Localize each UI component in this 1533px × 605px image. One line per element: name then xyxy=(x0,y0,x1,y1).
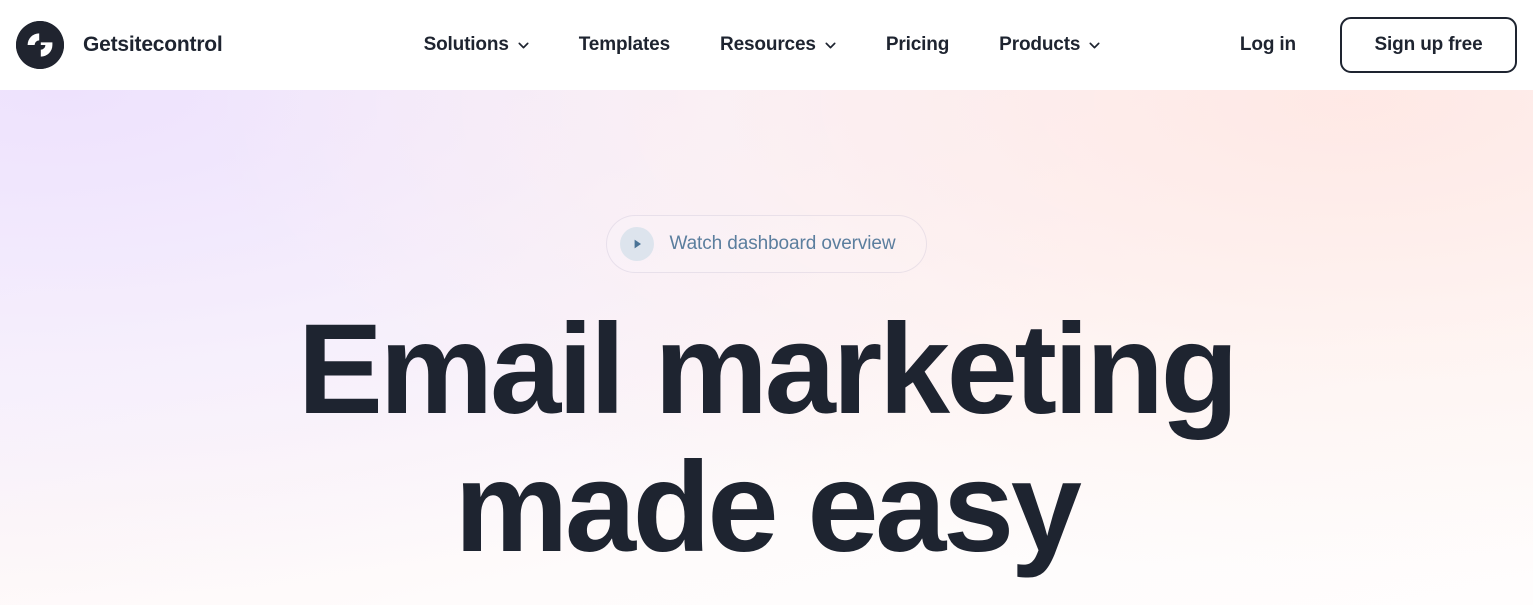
watch-pill-label: Watch dashboard overview xyxy=(669,233,896,254)
chevron-down-icon xyxy=(1089,42,1100,49)
watch-dashboard-overview-button[interactable]: Watch dashboard overview xyxy=(606,215,927,273)
nav-item-resources[interactable]: Resources xyxy=(695,24,861,66)
nav-item-label: Templates xyxy=(578,34,670,55)
signup-free-button[interactable]: Sign up free xyxy=(1340,17,1517,73)
nav-item-solutions[interactable]: Solutions xyxy=(399,24,554,66)
nav-item-products[interactable]: Products xyxy=(974,24,1125,66)
brand-logo-link[interactable]: Getsitecontrol xyxy=(16,21,223,69)
page-title: Email marketing made easy xyxy=(297,298,1239,579)
nav-item-label: Resources xyxy=(720,34,816,55)
page-title-line-1: Email marketing xyxy=(297,298,1239,441)
play-icon xyxy=(620,227,655,261)
getsitecontrol-g-logo-icon xyxy=(16,21,64,69)
main-navigation: Solutions Templates Resources Pricing Pr… xyxy=(399,24,1126,66)
nav-item-pricing[interactable]: Pricing xyxy=(861,24,974,66)
nav-item-label: Products xyxy=(999,34,1081,55)
nav-item-templates[interactable]: Templates xyxy=(554,24,695,66)
hero-section: Watch dashboard overview Email marketing… xyxy=(0,90,1533,605)
landing-page: Getsitecontrol Solutions Templates Resou… xyxy=(0,0,1533,605)
chevron-down-icon xyxy=(825,42,836,49)
nav-item-label: Pricing xyxy=(885,34,950,55)
page-title-line-2: made easy xyxy=(454,436,1081,579)
chevron-down-icon xyxy=(518,42,529,49)
login-link[interactable]: Log in xyxy=(1218,24,1318,66)
brand-name: Getsitecontrol xyxy=(83,33,223,56)
nav-item-label: Solutions xyxy=(423,34,509,55)
header-actions: Log in Sign up free xyxy=(1218,17,1517,73)
site-header: Getsitecontrol Solutions Templates Resou… xyxy=(0,0,1533,90)
